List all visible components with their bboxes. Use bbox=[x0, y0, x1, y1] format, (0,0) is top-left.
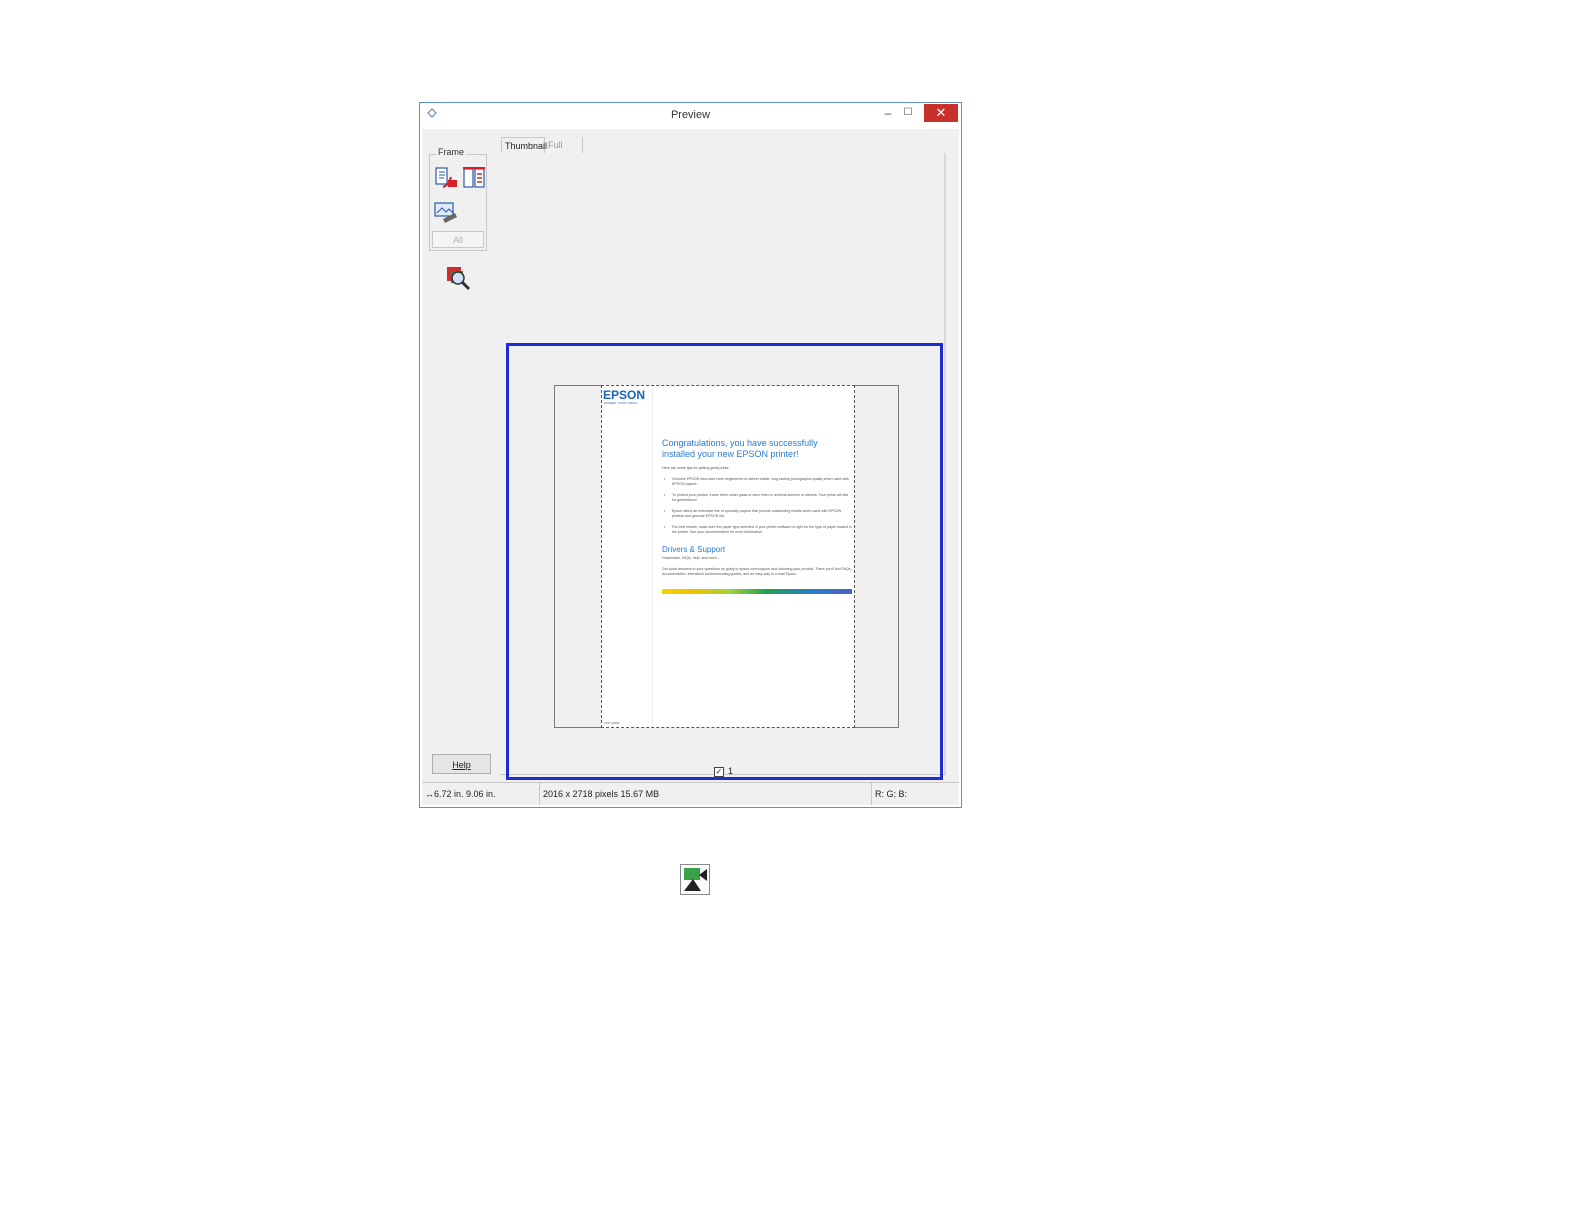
tab-full-size[interactable]: Full Size bbox=[545, 137, 583, 167]
zoom-icon[interactable] bbox=[445, 265, 471, 291]
document-tip: Genuine EPSON inks have been engineered … bbox=[662, 477, 852, 487]
auto-locate-icon[interactable] bbox=[433, 165, 459, 191]
frame-label: Frame bbox=[436, 147, 467, 157]
document-footer: CPD-00000 bbox=[604, 721, 620, 725]
preview-image-icon bbox=[680, 864, 710, 895]
document-sidebar: EPSON EXCEED YOUR VISION CPD-00000 bbox=[602, 386, 653, 727]
support-text: Get quick answers to your questions by g… bbox=[662, 567, 852, 576]
color-gradient-bar bbox=[662, 589, 852, 594]
thumbnail-image[interactable]: EPSON EXCEED YOUR VISION CPD-00000 Congr… bbox=[554, 385, 899, 728]
frame-group: Frame All bbox=[429, 147, 487, 251]
document-body: Congratulations, you have successfully i… bbox=[662, 438, 852, 594]
minimize-button[interactable]: – bbox=[880, 106, 896, 122]
document-tip: For best results, make sure the paper ty… bbox=[662, 525, 852, 535]
epson-tagline: EXCEED YOUR VISION bbox=[604, 401, 637, 405]
all-button[interactable]: All bbox=[432, 231, 484, 248]
width-arrow-icon: ↔ bbox=[425, 789, 434, 799]
dimensions-text: 6.72 in. 9.06 in. bbox=[434, 789, 496, 799]
help-button[interactable]: Help bbox=[432, 754, 491, 774]
status-dimensions: ↔6.72 in. 9.06 in. bbox=[422, 783, 540, 805]
status-pixels: 2016 x 2718 pixels 15.67 MB bbox=[540, 783, 872, 805]
support-heading: Drivers & Support bbox=[662, 545, 726, 554]
maximize-button[interactable]: ☐ bbox=[900, 106, 916, 122]
checkbox-box[interactable]: ✓ bbox=[714, 766, 724, 777]
thumbnail-index: 1 bbox=[728, 766, 734, 776]
status-rgb: R: G: B: bbox=[875, 789, 908, 799]
close-button[interactable]: ✕ bbox=[924, 104, 958, 122]
select-all-frames-icon[interactable] bbox=[461, 165, 487, 191]
preview-window: Preview – ☐ ✕ Frame All Help Thumbnail F… bbox=[419, 102, 962, 808]
epson-logo: EPSON bbox=[603, 388, 646, 402]
document-tip: Epson offers an extensive line of specia… bbox=[662, 509, 852, 519]
document-intro: Here are some tips for getting great pri… bbox=[662, 466, 730, 470]
thumbnail-checkbox[interactable]: ✓ 1 bbox=[714, 766, 733, 777]
title-bar[interactable]: Preview – ☐ ✕ bbox=[420, 103, 961, 129]
scanned-document: EPSON EXCEED YOUR VISION CPD-00000 Congr… bbox=[601, 385, 855, 728]
create-marquee-icon[interactable] bbox=[433, 199, 459, 225]
thumbnail-selection-frame[interactable]: EPSON EXCEED YOUR VISION CPD-00000 Congr… bbox=[506, 343, 943, 780]
document-heading: Congratulations, you have successfully i… bbox=[662, 438, 818, 459]
status-bar: ↔6.72 in. 9.06 in. 2016 x 2718 pixels 15… bbox=[422, 782, 959, 805]
support-subheading: Downloads, FAQs, help, and more... bbox=[662, 556, 720, 560]
client-area: Frame All Help Thumbnail Full EPSON EXCE… bbox=[422, 129, 959, 805]
document-tip: To protect your photos, frame them under… bbox=[662, 493, 852, 503]
tab-thumbnail[interactable]: Thumbnail bbox=[501, 137, 547, 154]
